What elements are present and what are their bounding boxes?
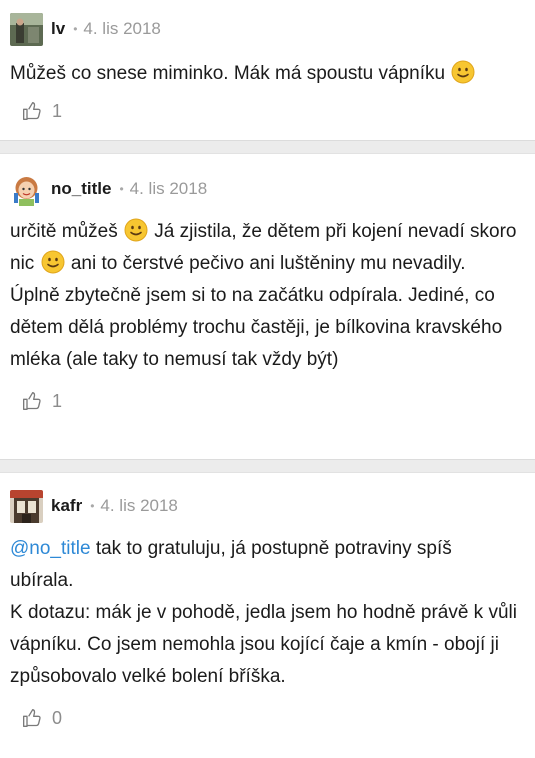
comment-item: kafr • 4. lis 2018 @no_title tak to grat…: [0, 473, 535, 758]
smile-emoji: [451, 60, 475, 84]
comment-item: lv • 4. lis 2018 Můžeš co snese miminko.…: [0, 0, 535, 140]
thumbs-up-icon: [23, 102, 41, 121]
comment-text-part: ani to čerstvé pečivo ani luštěniny mu n…: [10, 253, 503, 370]
author-name[interactable]: lv: [51, 19, 65, 39]
comment-divider: [0, 140, 535, 154]
like-count: 0: [52, 707, 63, 728]
smile-emoji: [124, 218, 148, 242]
user-mention-link[interactable]: @no_title: [10, 538, 91, 559]
like-button[interactable]: 1: [0, 384, 535, 418]
like-count: 1: [52, 390, 63, 411]
author-name[interactable]: no_title: [51, 179, 111, 199]
comment-divider: [0, 459, 535, 473]
comment-text: @no_title tak to gratuluju, já postupně …: [0, 533, 535, 693]
avatar[interactable]: [10, 489, 43, 523]
comment-date: 4. lis 2018: [100, 496, 178, 515]
comment-header: kafr • 4. lis 2018: [0, 473, 535, 523]
comment-text-part: určitě můžeš: [10, 221, 118, 242]
comment-date: 4. lis 2018: [129, 179, 208, 198]
like-button[interactable]: 1: [0, 94, 535, 128]
smile-emoji: [41, 250, 65, 274]
meta-separator: •: [73, 22, 78, 36]
meta-separator: •: [90, 499, 95, 513]
comment-text-part: K dotazu: mák je v pohodě, jedla jsem ho…: [10, 602, 517, 687]
author-name[interactable]: kafr: [51, 496, 82, 516]
comment-date: 4. lis 2018: [83, 19, 161, 38]
like-button[interactable]: 0: [0, 701, 535, 735]
avatar[interactable]: [10, 172, 43, 206]
comment-header: lv • 4. lis 2018: [0, 0, 535, 46]
avatar[interactable]: [10, 12, 43, 46]
comment-text-part: Můžeš co snese miminko. Mák má spoustu v…: [10, 63, 446, 84]
comment-text: Můžeš co snese miminko. Mák má spoustu v…: [0, 58, 535, 90]
comment-header: no_title • 4. lis 2018: [0, 154, 535, 206]
comment-item: no_title • 4. lis 2018 určitě můžeš Já z…: [0, 154, 535, 459]
comment-text: určitě můžeš Já zjistila, že dětem při k…: [0, 216, 535, 376]
thumbs-up-icon: [23, 709, 41, 727]
like-count: 1: [52, 100, 63, 121]
meta-separator: •: [119, 182, 124, 196]
thumbs-up-icon: [23, 392, 41, 410]
